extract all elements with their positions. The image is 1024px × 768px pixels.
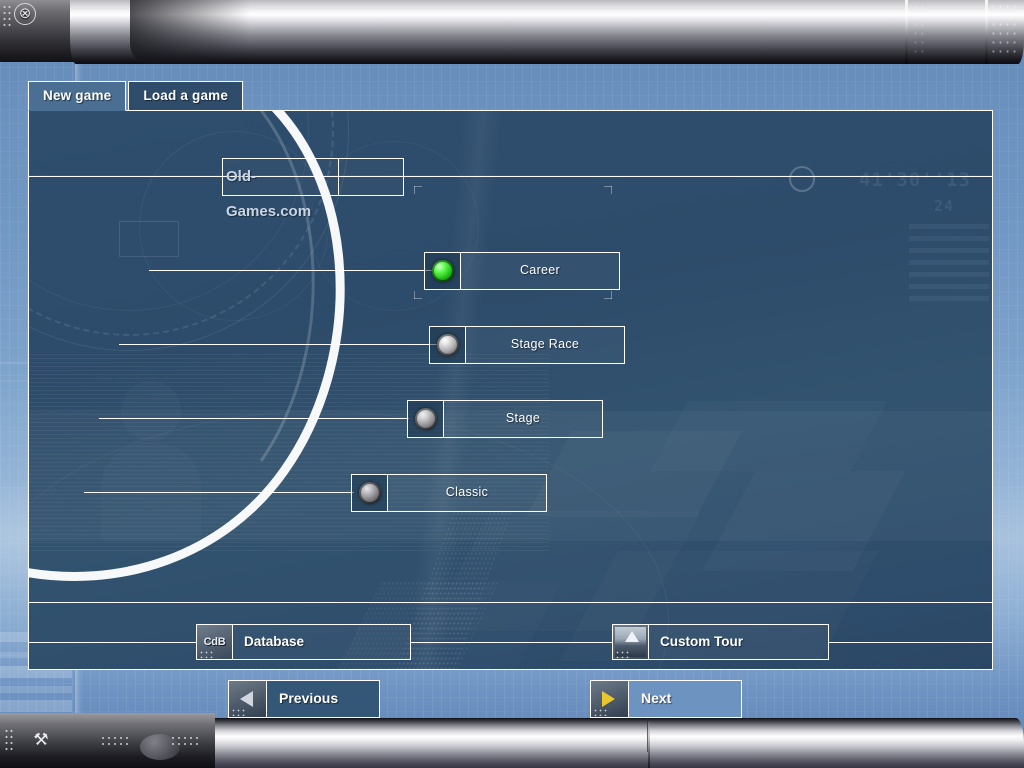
- statusbar-chrome-tube: [95, 718, 1024, 768]
- tube-seam-2: [985, 0, 988, 64]
- custom-tour-button[interactable]: Custom Tour: [612, 624, 829, 660]
- previous-label: Previous: [266, 680, 380, 718]
- led-socket-career: [424, 252, 461, 290]
- menu-item-career[interactable]: Career: [424, 252, 620, 290]
- window-statusbar: ⚒: [0, 713, 1024, 768]
- custom-tour-icon-dots: [615, 650, 631, 658]
- led-indicator-silver-dark: [358, 482, 381, 504]
- rail-bottom-center: [411, 642, 635, 644]
- art-number-column: [909, 221, 989, 301]
- led-socket-stage: [407, 400, 444, 438]
- statusbar-dots-2: [170, 735, 198, 748]
- panel-divider-top: [29, 176, 992, 178]
- rail-classic: [84, 492, 354, 494]
- art-ring-1: [29, 111, 349, 351]
- watermark-box: Old-Games.com: [222, 158, 404, 220]
- window-titlebar: ⊗: [0, 0, 1024, 64]
- tools-wrench-icon[interactable]: ⚒: [30, 729, 52, 751]
- led-socket-stage-race: [429, 326, 466, 364]
- close-icon[interactable]: ⊗: [14, 3, 36, 25]
- database-label: Database: [232, 624, 411, 660]
- rail-career: [149, 270, 434, 272]
- statusbar-seam: [648, 722, 650, 768]
- titlebar-dot-decor: [2, 4, 12, 26]
- art-number-text: 24: [934, 197, 955, 215]
- tube-perforation-right: [990, 2, 1020, 58]
- menu-item-classic[interactable]: Classic: [351, 474, 547, 512]
- next-button-stem: [647, 718, 648, 752]
- statusbar-dot-decor: [4, 728, 15, 752]
- tube-perforation-mid: [912, 2, 926, 58]
- menu-label-classic: Classic: [388, 474, 547, 512]
- art-tick-6: [414, 298, 422, 299]
- database-cdb-icon: CdB: [196, 624, 232, 660]
- tube-seam-1: [905, 0, 908, 64]
- next-icon-dots: [593, 708, 609, 716]
- art-tick-4: [604, 186, 612, 187]
- art-tick-1: [414, 186, 415, 194]
- menu-label-stage: Stage: [444, 400, 603, 438]
- rail-stage: [99, 418, 409, 420]
- rail-stage-race: [119, 344, 439, 346]
- panel-divider-bottom: [29, 602, 992, 604]
- statusbar-dots-1: [100, 735, 128, 748]
- menu-label-career: Career: [461, 252, 620, 290]
- titlebar-tube-shadow: [130, 0, 250, 64]
- led-indicator-silver-dim: [414, 408, 437, 430]
- database-icon-text: CdB: [203, 636, 226, 648]
- led-indicator-silver: [436, 334, 459, 356]
- menu-item-stage[interactable]: Stage: [407, 400, 603, 438]
- rail-bottom-right: [829, 642, 992, 644]
- previous-button[interactable]: Previous: [228, 680, 380, 718]
- tab-bar: New game Load a game: [28, 81, 244, 111]
- watermark-blank-cell: [339, 159, 403, 195]
- game-window: ⊗ New game Load a game 41'30''13 24 Old-…: [0, 0, 1024, 768]
- art-tick-8: [604, 298, 612, 299]
- custom-tour-mountain-icon: [612, 624, 648, 660]
- led-indicator-green: [431, 260, 454, 282]
- arrow-left-icon: [228, 680, 266, 718]
- next-label: Next: [628, 680, 742, 718]
- new-game-panel: 41'30''13 24 Old-Games.com Career Stage …: [28, 110, 993, 670]
- next-button[interactable]: Next: [590, 680, 742, 718]
- database-icon-dots: [199, 650, 215, 658]
- art-small-circle: [789, 166, 815, 192]
- watermark-text: Old-Games.com: [223, 159, 339, 220]
- art-tick-3: [611, 186, 612, 194]
- tab-load-a-game[interactable]: Load a game: [128, 81, 244, 111]
- previous-icon-dots: [231, 708, 247, 716]
- arrow-right-icon: [590, 680, 628, 718]
- art-tickbox-1: [119, 221, 179, 257]
- art-timecode-text: 41'30''13: [859, 169, 971, 191]
- art-tick-2: [414, 186, 422, 187]
- custom-tour-label: Custom Tour: [648, 624, 829, 660]
- rail-bottom-left: [29, 642, 197, 644]
- tab-new-game[interactable]: New game: [28, 81, 127, 111]
- art-streak: [404, 111, 504, 669]
- led-socket-classic: [351, 474, 388, 512]
- menu-item-stage-race[interactable]: Stage Race: [429, 326, 625, 364]
- menu-label-stage-race: Stage Race: [466, 326, 625, 364]
- database-button[interactable]: CdB Database: [196, 624, 411, 660]
